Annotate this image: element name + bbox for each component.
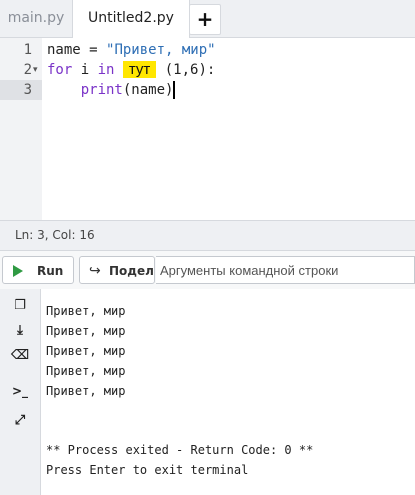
tab-bar: main.py Untitled2.py + xyxy=(0,0,415,38)
command-line-args-input[interactable] xyxy=(156,256,415,284)
terminal-icon[interactable]: >_ xyxy=(10,381,30,401)
run-toolbar: Run ↪ Поделиться xyxy=(0,250,415,290)
code-operator: = xyxy=(80,42,107,58)
cursor-position: Ln: 3, Col: 16 xyxy=(15,228,95,242)
line-number: 2 xyxy=(23,62,32,78)
code-line-2: for i in тут (1,6): xyxy=(47,60,215,80)
highlighted-annotation: тут xyxy=(122,61,157,78)
tab-untitled2-py[interactable]: Untitled2.py xyxy=(72,0,190,38)
run-button[interactable]: Run xyxy=(2,256,74,284)
exit-prompt: Press Enter to exit terminal xyxy=(46,463,249,477)
text-cursor xyxy=(173,81,176,99)
code-identifier: name xyxy=(47,42,81,58)
share-button[interactable]: ↪ Поделиться xyxy=(79,256,155,284)
line-gutter: 1 2 ▾ 3 xyxy=(0,38,42,220)
status-bar: Ln: 3, Col: 16 xyxy=(0,220,415,250)
clear-icon[interactable]: ⌫ xyxy=(10,346,30,366)
code-keyword-for: for xyxy=(47,62,73,78)
add-tab-button[interactable]: + xyxy=(189,4,221,35)
console-output-line: Привет, мир xyxy=(46,364,126,378)
console-sidebar: ❐ ⤓ ⌫ >_ ⤢ xyxy=(0,289,41,495)
code-variable: i xyxy=(72,62,98,78)
run-button-label: Run xyxy=(37,264,64,278)
line-number: 3 xyxy=(23,82,32,98)
code-range-args: (1,6): xyxy=(156,62,216,78)
line-number: 1 xyxy=(23,42,32,58)
fold-arrow-icon[interactable]: ▾ xyxy=(33,60,38,80)
code-call-args: (name) xyxy=(122,82,174,98)
code-keyword-in: in xyxy=(97,62,115,78)
code-string: "Привет, мир" xyxy=(106,42,216,58)
console-panel[interactable]: ❐ ⤓ ⌫ >_ ⤢ Привет, мир Привет, мир Приве… xyxy=(0,289,415,495)
code-function: print xyxy=(80,82,123,98)
process-exit-message: ** Process exited - Return Code: 0 ** xyxy=(46,443,314,457)
console-output-line: Привет, мир xyxy=(46,384,126,398)
tab-main-py[interactable]: main.py xyxy=(0,0,72,37)
play-icon xyxy=(13,265,23,277)
console-output-line: Привет, мир xyxy=(46,344,126,358)
share-button-label: Поделиться xyxy=(109,264,154,278)
console-output-line: Привет, мир xyxy=(46,304,126,318)
share-icon: ↪ xyxy=(89,263,101,279)
code-line-3: print(name) xyxy=(47,80,176,100)
console-output-line: Привет, мир xyxy=(46,324,126,338)
code-editor[interactable]: 1 2 ▾ 3 name = "Привет, мир" for i in ту… xyxy=(0,38,415,220)
copy-icon[interactable]: ❐ xyxy=(10,296,30,316)
expand-icon[interactable]: ⤢ xyxy=(10,411,30,431)
code-line-1: name = "Привет, мир" xyxy=(47,40,216,60)
download-icon[interactable]: ⤓ xyxy=(10,321,30,341)
